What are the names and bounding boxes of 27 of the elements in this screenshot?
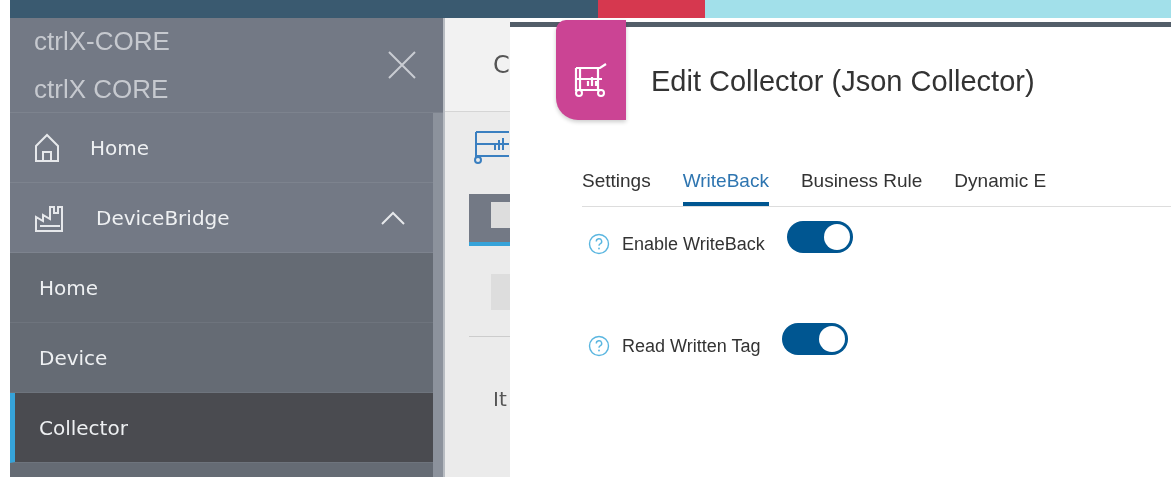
page-title: C bbox=[493, 50, 510, 79]
close-icon[interactable] bbox=[387, 50, 417, 80]
help-icon[interactable] bbox=[588, 335, 610, 357]
placeholder-block bbox=[491, 274, 510, 310]
cart-icon bbox=[574, 62, 608, 98]
tab[interactable]: Dynamic E bbox=[954, 162, 1047, 206]
tab[interactable]: Business Rule bbox=[800, 162, 923, 206]
nav-subitem[interactable]: Collector bbox=[10, 393, 433, 463]
app-title: ctrlX-CORE bbox=[34, 25, 170, 58]
help-icon[interactable] bbox=[588, 233, 610, 255]
dialog-title: Edit Collector (Json Collector) bbox=[651, 65, 1035, 98]
body-text: It bbox=[493, 387, 508, 411]
card-background bbox=[469, 194, 510, 246]
tab[interactable]: Settings bbox=[582, 162, 651, 206]
home-icon bbox=[34, 132, 60, 163]
nav-item[interactable]: Home bbox=[10, 113, 433, 183]
tab[interactable]: WriteBack bbox=[682, 162, 769, 206]
nav-subitem[interactable]: Device bbox=[10, 323, 433, 393]
app-title: ctrlX CORE bbox=[34, 73, 170, 106]
nav-subitem[interactable]: Home bbox=[10, 253, 433, 323]
toggle-switch[interactable] bbox=[782, 323, 849, 355]
chevron-icon[interactable] bbox=[381, 210, 405, 225]
setting-label: Enable WriteBack bbox=[622, 233, 765, 255]
toggle-switch[interactable] bbox=[786, 221, 853, 253]
scrollbar[interactable] bbox=[433, 113, 443, 477]
cart-icon bbox=[473, 130, 509, 164]
setting-label: Read Written Tag bbox=[622, 335, 761, 357]
